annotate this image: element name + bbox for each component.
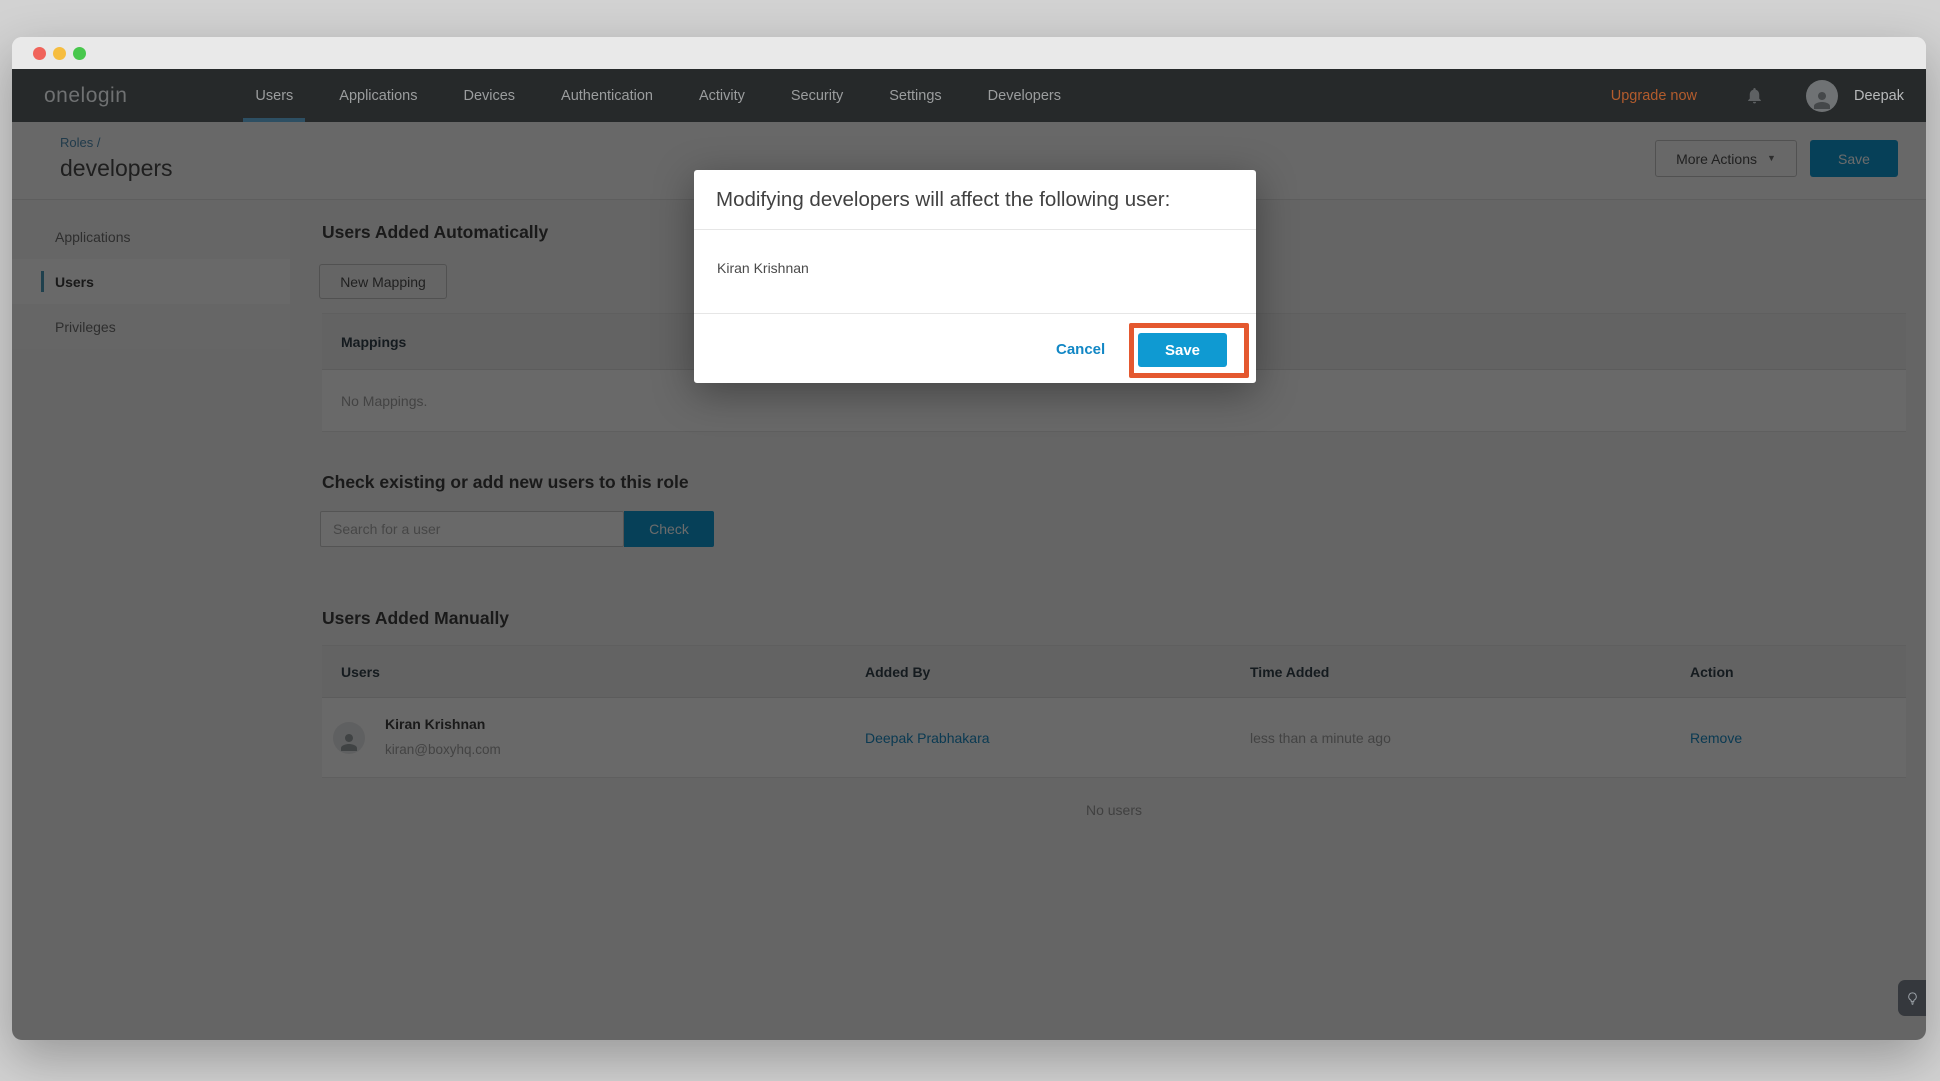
close-icon[interactable] — [33, 47, 46, 60]
user-name[interactable]: Deepak — [1854, 88, 1904, 104]
titlebar — [12, 37, 1926, 69]
upgrade-now-link[interactable]: Upgrade now — [1611, 88, 1697, 104]
nav-item-security[interactable]: Security — [779, 69, 855, 122]
lightbulb-icon — [1905, 991, 1920, 1006]
cancel-button[interactable]: Cancel — [1056, 341, 1105, 358]
nav-item-devices[interactable]: Devices — [451, 69, 527, 122]
user-avatar-icon[interactable] — [1806, 80, 1838, 112]
save-button[interactable]: Save — [1138, 333, 1227, 367]
browser-window: onelogin Users Applications Devices Auth… — [12, 37, 1926, 1040]
navbar-right: Upgrade now Deepak — [1611, 80, 1926, 112]
nav-items: Users Applications Devices Authenticatio… — [232, 69, 1084, 122]
minimize-icon[interactable] — [53, 47, 66, 60]
nav-item-authentication[interactable]: Authentication — [549, 69, 665, 122]
nav-item-applications[interactable]: Applications — [327, 69, 429, 122]
confirm-modal: Modifying developers will affect the fol… — [694, 170, 1256, 383]
nav-item-settings[interactable]: Settings — [877, 69, 953, 122]
bell-icon[interactable] — [1745, 86, 1764, 105]
modal-affected-user: Kiran Krishnan — [717, 260, 809, 276]
nav-item-developers[interactable]: Developers — [976, 69, 1073, 122]
zoom-icon[interactable] — [73, 47, 86, 60]
modal-title: Modifying developers will affect the fol… — [694, 170, 1256, 230]
modal-divider — [694, 313, 1256, 314]
help-widget-button[interactable] — [1898, 980, 1926, 1016]
nav-item-users[interactable]: Users — [243, 69, 305, 122]
top-navbar: onelogin Users Applications Devices Auth… — [12, 69, 1926, 122]
onelogin-logo[interactable]: onelogin — [44, 84, 127, 108]
nav-item-activity[interactable]: Activity — [687, 69, 757, 122]
